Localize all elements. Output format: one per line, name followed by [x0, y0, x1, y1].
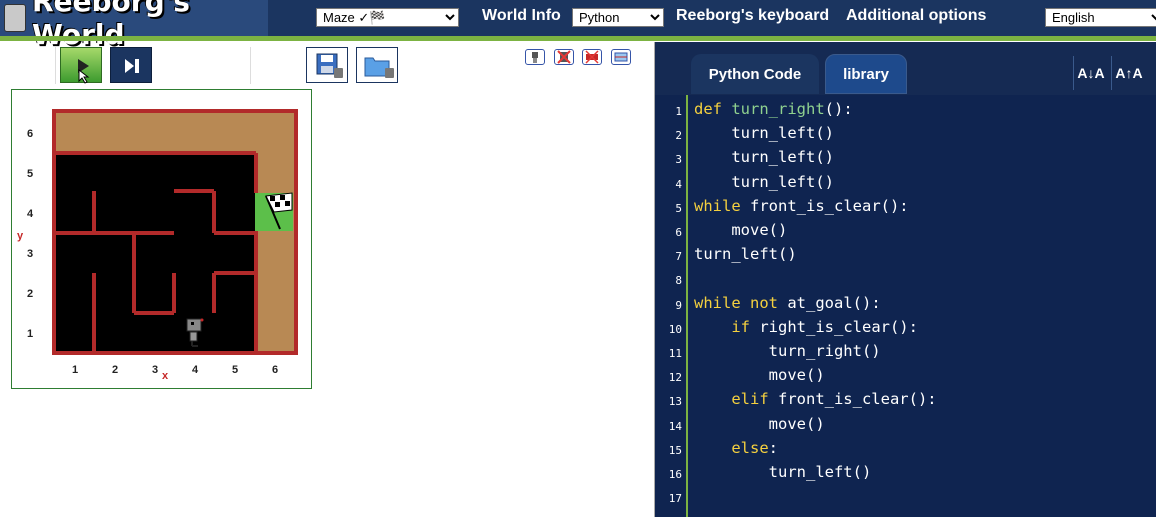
run-button[interactable]: [60, 47, 102, 84]
world-edit-button[interactable]: [611, 49, 631, 65]
increase-font-button[interactable]: A↑A: [1111, 56, 1146, 90]
x-tick-label: 3: [152, 364, 159, 376]
toolbar-divider: [250, 47, 251, 84]
tab-python-code[interactable]: Python Code: [691, 54, 819, 94]
world-info-button[interactable]: World Info: [482, 7, 561, 25]
additional-options-button[interactable]: Additional options: [846, 7, 986, 25]
y-tick-label: 4: [27, 208, 34, 220]
line-number: 6: [675, 226, 682, 239]
y-axis-label: y: [17, 230, 24, 242]
line-number: 13: [668, 395, 682, 409]
ui-language-select[interactable]: English: [1045, 8, 1156, 27]
world-select[interactable]: Maze ✓🏁: [316, 8, 459, 27]
line-number: 14: [668, 419, 682, 433]
x-axis-label: x: [162, 370, 169, 382]
toolbar-divider: [55, 47, 56, 84]
code-line[interactable]: while front_is_clear():: [694, 197, 909, 215]
header-accent-line: [0, 36, 1156, 41]
x-tick-label: 6: [272, 364, 279, 376]
delete-robot-icon: [557, 50, 571, 64]
code-area[interactable]: 1 2 3 4 5 6 7 8 9 10 11 12 13 14 15 16 17 def turn_right…: [655, 95, 1156, 517]
code-editor-panel: Python Code library A↓A A↑A 1 2 3 4 5 6 7 8 9 10 1…: [654, 42, 1156, 517]
code-line[interactable]: else:: [694, 439, 778, 457]
step-icon: [125, 59, 139, 73]
x-tick-label: 4: [192, 364, 199, 376]
world-canvas: 6 5 4 3 2 1 y 1 2 3 x 4 5 6: [11, 89, 312, 389]
sand-tile: [54, 111, 296, 153]
code-line[interactable]: elif front_is_clear():: [694, 390, 936, 408]
y-tick-label: 6: [27, 128, 34, 140]
save-icon: [316, 53, 343, 78]
code-line[interactable]: turn_left(): [694, 245, 797, 263]
play-icon: [78, 59, 90, 84]
code-line[interactable]: turn_left(): [694, 148, 834, 166]
maze-floor: [54, 153, 256, 353]
code-line[interactable]: move(): [694, 366, 825, 384]
programming-language-select[interactable]: Python: [572, 8, 664, 27]
app-title: Reeborg's World: [31, 0, 190, 51]
delete-walls-icon: [585, 50, 599, 64]
open-folder-icon: [364, 57, 394, 78]
line-number: 2: [675, 129, 682, 143]
line-number: 11: [668, 347, 682, 360]
line-number: 7: [675, 250, 682, 264]
code-line[interactable]: if right_is_clear():: [694, 318, 918, 336]
line-number: 3: [675, 153, 682, 167]
y-tick-label: 2: [27, 288, 34, 300]
edit-world-icon: [614, 52, 628, 62]
load-button[interactable]: [356, 47, 398, 83]
robot-control-button[interactable]: [525, 49, 545, 65]
code-line[interactable]: turn_left(): [694, 173, 834, 191]
code-line[interactable]: turn_right(): [694, 342, 881, 360]
sand-tile: [256, 153, 296, 353]
robot-icon: [532, 52, 538, 63]
code-line[interactable]: turn_left(): [694, 463, 872, 481]
reeborgs-keyboard-button[interactable]: Reeborg's keyboard: [676, 7, 829, 25]
x-tick-label: 1: [72, 364, 79, 376]
save-button[interactable]: [306, 47, 348, 83]
x-tick-label: 2: [112, 364, 119, 376]
step-button[interactable]: [110, 47, 152, 83]
line-number: 8: [675, 274, 682, 288]
reeborg-robot-icon: [4, 4, 26, 32]
line-number: 1: [675, 105, 682, 118]
code-line[interactable]: move(): [694, 221, 787, 239]
line-number: 4: [675, 177, 682, 191]
line-number: 16: [668, 468, 682, 481]
decrease-font-button[interactable]: A↓A: [1073, 56, 1108, 90]
line-number: 15: [668, 443, 682, 457]
clear-walls-button[interactable]: [582, 49, 602, 65]
line-number-gutter: 1 2 3 4 5 6 7 8 9 10 11 12 13 14 15 16 17: [658, 95, 688, 517]
x-tick-label: 5: [232, 364, 239, 376]
top-bar: Reeborg's World Maze ✓🏁 World Info Pytho…: [0, 0, 1156, 51]
code-line[interactable]: def turn_right():: [694, 100, 853, 118]
line-number: 17: [668, 492, 682, 506]
line-number: 5: [675, 201, 682, 215]
tab-library[interactable]: library: [825, 54, 907, 94]
line-number: 9: [675, 298, 682, 312]
y-tick-label: 3: [27, 248, 34, 260]
app-logo: Reeborg's World: [0, 0, 268, 51]
line-number: 10: [668, 322, 682, 336]
clear-robot-button[interactable]: [554, 49, 574, 65]
code-line[interactable]: while not at_goal():: [694, 294, 881, 312]
code-line[interactable]: move(): [694, 415, 825, 433]
y-tick-label: 1: [27, 328, 34, 340]
code-line[interactable]: turn_left(): [694, 124, 834, 142]
maze-grid: [52, 109, 298, 355]
line-number: 12: [668, 371, 682, 385]
y-tick-label: 5: [27, 168, 34, 180]
